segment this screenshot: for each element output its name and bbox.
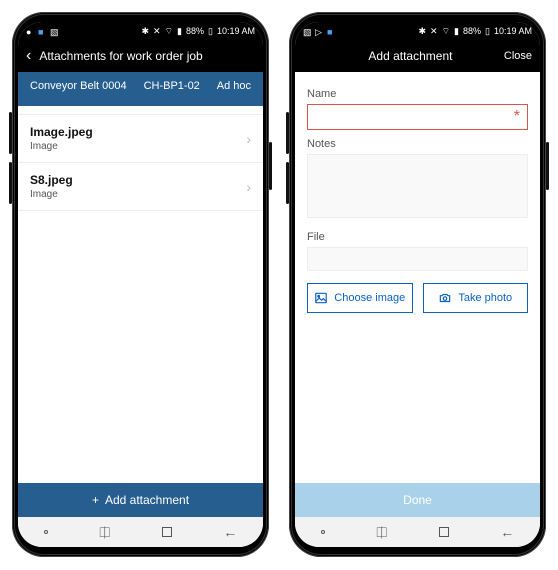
notif-icon: ■	[38, 27, 46, 35]
volume-down-button	[286, 162, 289, 204]
notif-icon: ▷	[315, 27, 323, 35]
wifi-icon: ⌔	[442, 26, 450, 37]
attachment-item[interactable]: S8.jpeg Image ›	[18, 163, 263, 211]
battery-icon: ▯	[208, 26, 213, 37]
nav-back-icon[interactable]: ←	[223, 524, 237, 540]
name-input[interactable]	[307, 104, 528, 130]
nav-home-icon[interactable]	[162, 527, 172, 537]
volume-up-button	[286, 112, 289, 154]
done-button[interactable]: Done	[295, 483, 540, 517]
plus-icon: +	[92, 493, 99, 507]
notes-input[interactable]	[307, 154, 528, 218]
page-title: Attachments for work order job	[39, 49, 255, 63]
order-type: Ad hoc	[217, 80, 251, 92]
add-attachment-button[interactable]: + Add attachment	[18, 483, 263, 517]
battery-icon: ▯	[485, 26, 490, 37]
attachment-filename: S8.jpeg	[30, 173, 73, 187]
battery-text: 88%	[186, 26, 204, 36]
bluetooth-icon: ✱	[418, 26, 426, 37]
clock-text: 10:19 AM	[217, 26, 255, 36]
nav-dot-icon	[44, 530, 48, 534]
nav-dot-icon	[321, 530, 325, 534]
app-bar: Add attachment Close	[295, 40, 540, 72]
notif-icon: ■	[327, 27, 335, 35]
camera-icon	[438, 291, 452, 305]
notif-icon: ●	[26, 27, 34, 35]
notes-label: Notes	[307, 130, 528, 154]
volume-down-button	[9, 162, 12, 204]
notif-icon: ▧	[303, 27, 311, 35]
clock-text: 10:19 AM	[494, 26, 532, 36]
phone-frame-left: ● ■ ▧ ✱ ✕ ⌔ ▮ 88% ▯ 10:19 AM ‹ Attachmen…	[12, 12, 269, 557]
attachment-list: Image.jpeg Image › S8.jpeg Image ›	[18, 106, 263, 483]
app-bar: ‹ Attachments for work order job	[18, 40, 263, 72]
chevron-right-icon: ›	[246, 131, 251, 147]
attachment-form: Name * Notes File Cho	[295, 72, 540, 321]
done-label: Done	[403, 493, 432, 507]
wifi-icon: ⌔	[165, 26, 173, 37]
status-bar: ▧ ▷ ■ ✱ ✕ ⌔ ▮ 88% ▯ 10:19 AM	[295, 22, 540, 40]
file-slot	[307, 247, 528, 271]
work-order-header: Conveyor Belt 0004 CH-BP1-02 Ad hoc	[18, 72, 263, 106]
signal-icon: ▮	[177, 26, 182, 37]
chevron-right-icon: ›	[246, 179, 251, 195]
power-button	[269, 142, 272, 190]
page-title: Add attachment	[325, 49, 496, 63]
battery-text: 88%	[463, 26, 481, 36]
back-icon[interactable]: ‹	[26, 48, 31, 64]
attachment-item[interactable]: Image.jpeg Image ›	[18, 114, 263, 163]
phone-frame-right: ▧ ▷ ■ ✱ ✕ ⌔ ▮ 88% ▯ 10:19 AM Add attachm…	[289, 12, 546, 557]
attachment-filetype: Image	[30, 141, 93, 152]
android-nav-bar: ⎅ ←	[18, 517, 263, 547]
image-icon	[314, 291, 328, 305]
file-label: File	[307, 223, 528, 247]
signal-icon: ▮	[454, 26, 459, 37]
asset-code: CH-BP1-02	[144, 80, 200, 92]
take-photo-label: Take photo	[458, 292, 512, 304]
notif-icon: ▧	[50, 27, 58, 35]
required-asterisk-icon: *	[514, 108, 520, 126]
nav-recents-icon[interactable]: ⎅	[99, 524, 110, 541]
mute-icon: ✕	[153, 26, 161, 37]
android-nav-bar: ⎅ ←	[295, 517, 540, 547]
status-bar: ● ■ ▧ ✱ ✕ ⌔ ▮ 88% ▯ 10:19 AM	[18, 22, 263, 40]
attachment-filetype: Image	[30, 189, 73, 200]
add-attachment-label: Add attachment	[105, 493, 189, 507]
choose-image-button[interactable]: Choose image	[307, 283, 413, 313]
nav-recents-icon[interactable]: ⎅	[376, 524, 387, 541]
nav-home-icon[interactable]	[439, 527, 449, 537]
bluetooth-icon: ✱	[141, 26, 149, 37]
asset-name: Conveyor Belt 0004	[30, 80, 127, 92]
volume-up-button	[9, 112, 12, 154]
mute-icon: ✕	[430, 26, 438, 37]
close-button[interactable]: Close	[504, 50, 532, 62]
choose-image-label: Choose image	[334, 292, 405, 304]
name-label: Name	[307, 80, 528, 104]
attachment-filename: Image.jpeg	[30, 125, 93, 139]
nav-back-icon[interactable]: ←	[500, 524, 514, 540]
power-button	[546, 142, 549, 190]
take-photo-button[interactable]: Take photo	[423, 283, 529, 313]
